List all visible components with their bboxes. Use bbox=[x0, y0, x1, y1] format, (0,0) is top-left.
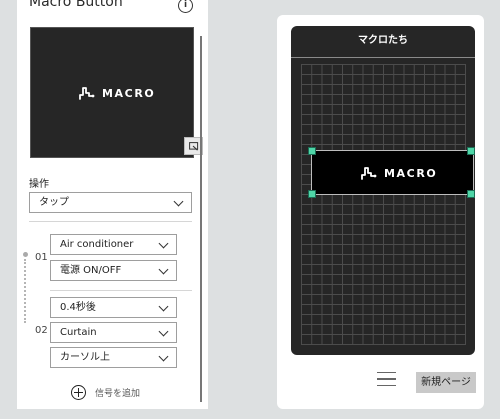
signal-device-value: Curtain bbox=[60, 327, 97, 338]
operation-label: 操作 bbox=[29, 179, 49, 190]
page-title: マクロたち bbox=[358, 35, 408, 46]
signal-command-value: カーソル上 bbox=[60, 352, 110, 363]
resize-icon bbox=[188, 141, 198, 151]
signal-command-select[interactable]: 電源 ON/OFF bbox=[50, 260, 177, 281]
macro-button[interactable]: MACRO bbox=[311, 150, 474, 195]
signal-device-select[interactable]: Air conditioner bbox=[50, 234, 177, 255]
title-divider bbox=[291, 57, 475, 58]
resize-handle-bottom-right[interactable] bbox=[467, 190, 475, 198]
chevron-down-icon bbox=[158, 238, 169, 249]
preview-button-label: MACRO bbox=[102, 86, 156, 100]
hamburger-menu-icon[interactable] bbox=[377, 372, 396, 386]
chevron-down-icon bbox=[158, 301, 169, 312]
new-page-button[interactable]: 新規ページ bbox=[416, 372, 476, 393]
operation-value: タップ bbox=[39, 197, 69, 208]
scrollbar[interactable] bbox=[200, 36, 202, 402]
macro-logo: MACRO bbox=[79, 86, 155, 100]
macro-logo-icon bbox=[361, 167, 377, 180]
signal-device-value: Air conditioner bbox=[60, 239, 134, 250]
chevron-down-icon bbox=[158, 264, 169, 275]
signal-device-select[interactable]: Curtain bbox=[50, 322, 177, 343]
chevron-down-icon bbox=[173, 196, 184, 207]
signal-command-select[interactable]: カーソル上 bbox=[50, 347, 177, 368]
signal-number: 02 bbox=[35, 325, 48, 336]
signal-delay-select[interactable]: 0.4秒後 bbox=[50, 297, 177, 318]
resize-handle-top-left[interactable] bbox=[308, 147, 316, 155]
resize-handle-bottom-left[interactable] bbox=[308, 190, 316, 198]
button-preview: MACRO bbox=[30, 27, 203, 158]
signal-command-value: 電源 ON/OFF bbox=[60, 265, 122, 276]
panel-title: Macro Button bbox=[29, 0, 123, 10]
chevron-down-icon bbox=[158, 326, 169, 337]
divider bbox=[50, 290, 192, 291]
plus-circle-icon bbox=[71, 385, 86, 400]
signal-drag-handle[interactable] bbox=[23, 252, 28, 257]
chevron-down-icon bbox=[158, 351, 169, 362]
signal-number: 01 bbox=[35, 252, 48, 263]
macro-editor-panel: Macro Button i MACRO 操作 タップ 01 Air condi… bbox=[17, 0, 208, 409]
device-screen: マクロたち MACRO bbox=[291, 26, 475, 355]
layout-grid[interactable]: MACRO bbox=[301, 64, 475, 345]
device-preview-panel: マクロたち MACRO 新規ページ bbox=[277, 15, 484, 409]
macro-logo-icon bbox=[79, 87, 95, 100]
signal-connector bbox=[24, 259, 29, 323]
info-icon[interactable]: i bbox=[178, 0, 193, 13]
operation-select[interactable]: タップ bbox=[29, 192, 192, 213]
resize-handle-top-right[interactable] bbox=[467, 147, 475, 155]
divider bbox=[29, 221, 192, 222]
add-signal-button[interactable]: 信号を追加 bbox=[71, 385, 140, 400]
macro-logo: MACRO bbox=[361, 166, 437, 180]
signal-delay-value: 0.4秒後 bbox=[60, 302, 96, 313]
macro-button-label: MACRO bbox=[384, 166, 438, 180]
add-signal-label: 信号を追加 bbox=[95, 389, 141, 399]
